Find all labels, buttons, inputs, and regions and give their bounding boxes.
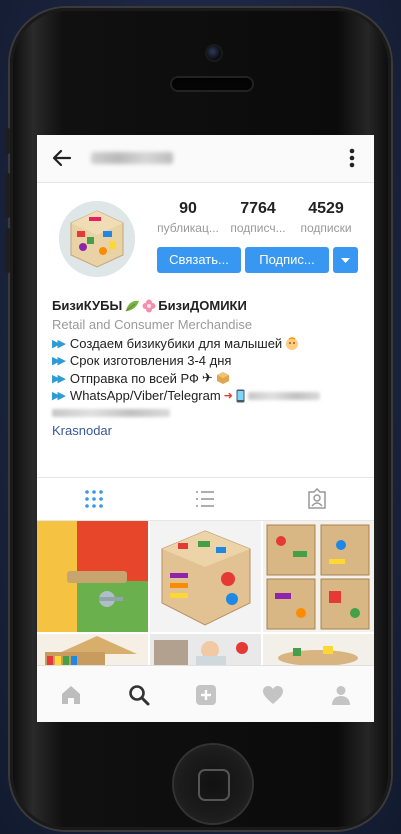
leaf-emoji-icon [125,300,140,311]
follow-button[interactable]: Подпис... [245,247,329,273]
fast-forward-icon: ▶▶ [52,355,66,367]
grid-icon[interactable] [83,488,105,510]
username-blurred [91,152,173,164]
front-camera [207,46,221,60]
profile-name-part1: БизиКУБЫ [52,298,123,313]
chevron-down-icon [341,258,350,263]
plus-square-icon[interactable] [194,683,218,707]
blossom-emoji-icon [142,299,156,312]
avatar[interactable] [59,201,135,277]
volume-up-button [5,173,10,218]
stat-posts[interactable]: 90 публикац... [150,200,226,235]
followers-count: 7764 [240,200,276,217]
location-link[interactable]: Krasnodar [52,423,362,438]
fast-forward-icon: ▶▶ [52,390,66,402]
phone-number-blurred [247,391,320,400]
tagged-person-icon[interactable] [306,488,328,510]
grid-photo-1[interactable] [37,521,148,632]
posts-label: публикац... [157,221,219,235]
mute-switch [5,128,10,154]
arrow-left-icon[interactable] [51,147,73,169]
profile-tabs [37,477,374,521]
following-label: подписки [300,221,352,235]
grid-photo-3[interactable] [263,521,374,632]
grid-photo-4[interactable] [37,634,148,666]
list-icon[interactable] [194,488,216,510]
bio-line-4-text: WhatsApp/Viber/Telegram [69,388,221,403]
search-icon[interactable] [127,683,151,707]
stat-following[interactable]: 4529 подписки [288,200,364,235]
profile-name-part2: БизиДОМИКИ [158,298,247,313]
airplane-icon: ✈ [201,370,213,385]
bio: БизиКУБЫ БизиДОМИКИ Retail and Consumer … [52,298,362,438]
grid-photo-2[interactable] [150,521,261,632]
grid-photo-6[interactable] [263,634,374,666]
following-count: 4529 [308,200,344,217]
home-icon[interactable] [59,683,83,707]
photo-grid [37,521,374,666]
home-button[interactable] [174,745,252,823]
baby-emoji-icon [286,336,299,350]
website-link-blurred[interactable] [52,409,170,417]
profile-category: Retail and Consumer Merchandise [52,317,253,332]
profile-name: БизиКУБЫ БизиДОМИКИ [52,298,362,313]
followers-label: подписч... [230,221,286,235]
bio-line-3-text: Отправка по всей РФ [69,370,199,386]
person-icon[interactable] [329,683,353,707]
mobile-phone-icon [236,389,245,402]
bio-line-1: ▶▶ Создаем бизикубики для малышей [52,336,362,351]
vertical-dots-icon[interactable] [349,147,355,169]
stat-followers[interactable]: 7764 подписч... [220,200,296,235]
bio-line-2-text: Срок изготовления 3-4 дня [69,353,232,368]
arrow-right-icon: ➜ [223,390,233,402]
bio-line-4: ▶▶ WhatsApp/Viber/Telegram ➜ [52,388,362,403]
bottom-navigation [37,665,374,722]
volume-down-button [5,228,10,273]
top-bar [37,135,374,183]
earpiece-speaker [172,78,252,90]
bio-line-1-text: Создаем бизикубики для малышей [69,336,283,351]
posts-count: 90 [179,200,197,217]
grid-photo-5[interactable] [150,634,261,666]
suggestions-dropdown-button[interactable] [333,247,358,273]
message-button[interactable]: Связать... [157,247,241,273]
app-screen: 90 публикац... 7764 подписч... 4529 подп… [37,135,374,722]
fast-forward-icon: ▶▶ [52,372,66,385]
bio-line-3: ▶▶ Отправка по всей РФ ✈ [52,370,362,386]
heart-icon[interactable] [261,683,285,707]
fast-forward-icon: ▶▶ [52,338,66,350]
bio-line-2: ▶▶ Срок изготовления 3-4 дня [52,353,362,368]
package-emoji-icon [216,372,229,384]
